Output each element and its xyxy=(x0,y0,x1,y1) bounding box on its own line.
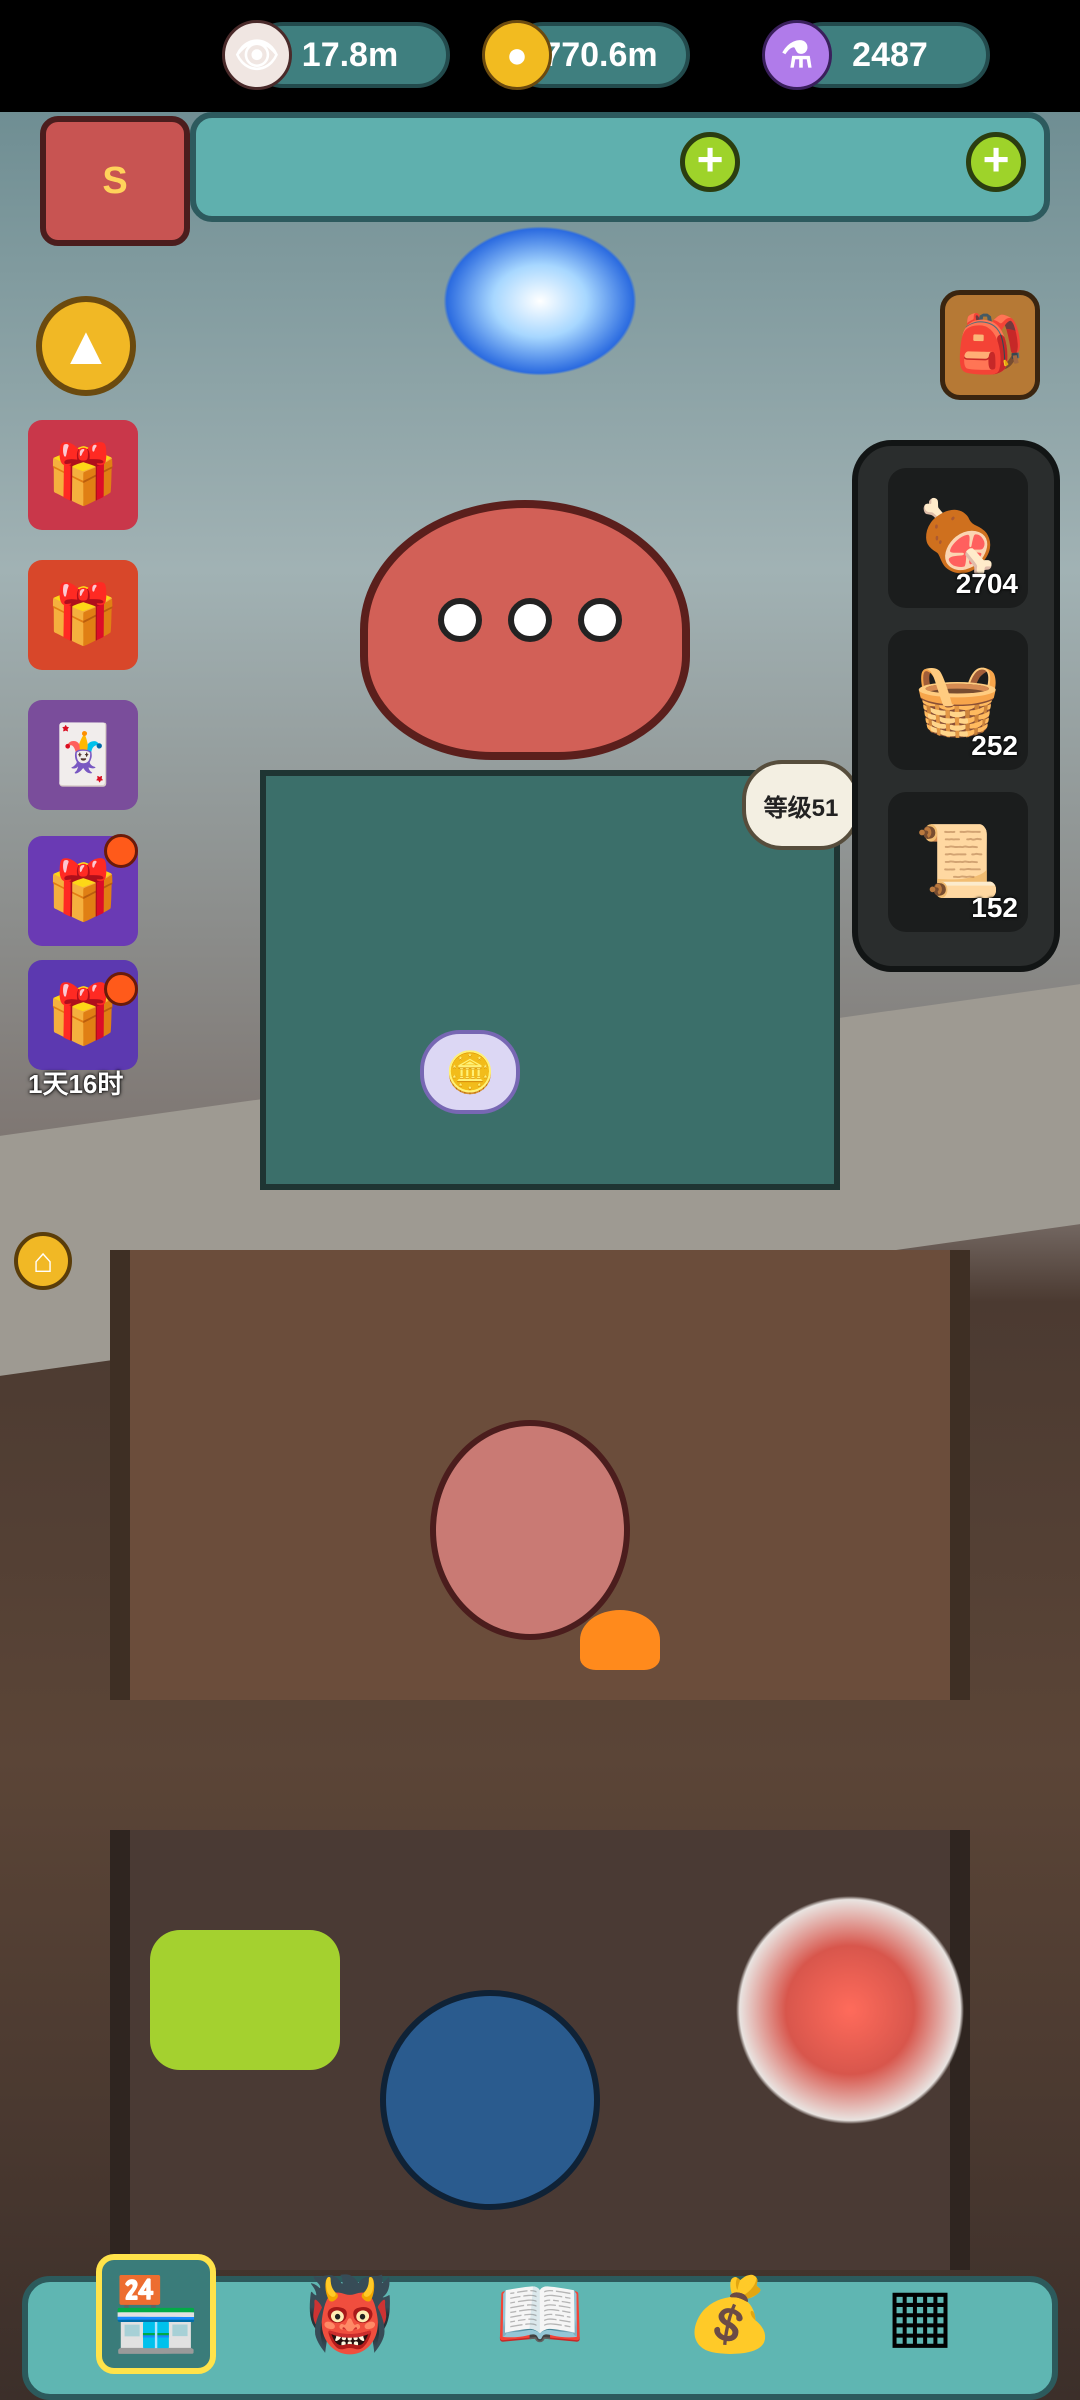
eyes-counter: 👁 17.8m xyxy=(222,20,450,90)
fire-icon xyxy=(580,1610,660,1670)
level-bubble[interactable]: 等级51 xyxy=(742,760,860,850)
nav-grid-menu[interactable]: ▦ xyxy=(860,2254,980,2374)
coins-counter: ● 770.6m xyxy=(482,20,690,90)
grid-menu-icon: ▦ xyxy=(885,2275,955,2355)
red-vortex-icon[interactable] xyxy=(720,1880,980,2140)
meat-icon: 🍖 xyxy=(914,498,1002,576)
monster-icon: 👹 xyxy=(305,2274,395,2355)
ingredients-crate-icon: 🧺 xyxy=(914,660,1002,738)
blue-portal-icon xyxy=(430,216,650,386)
inventory-slot-ingredients[interactable]: 🧺 252 xyxy=(888,630,1028,770)
backpack-icon[interactable]: 🎒 xyxy=(940,290,1040,400)
octopus-sign xyxy=(360,500,690,760)
gold-coin-icon: 🪙 xyxy=(445,1050,495,1095)
add-coins-button[interactable]: + xyxy=(680,132,740,192)
inventory-slot-recipe[interactable]: 📜 152 xyxy=(888,792,1028,932)
potion-value: 2487 xyxy=(852,35,928,74)
purple-potion-icon: ⚗ xyxy=(762,20,832,90)
restaurant-building-icon: 🏪 xyxy=(111,2274,201,2355)
coins-value: 770.6m xyxy=(542,35,658,74)
recipe-count: 152 xyxy=(971,892,1018,923)
potion-counter: ⚗ 2487 xyxy=(762,20,990,90)
octopus-chef[interactable] xyxy=(430,1420,630,1640)
level-label: 等级51 xyxy=(763,794,839,822)
inventory-slot-meat[interactable]: 🍖 2704 xyxy=(888,468,1028,608)
meat-count: 2704 xyxy=(955,568,1018,599)
gift-box-icon[interactable]: 🎁 xyxy=(28,420,138,530)
recipe-scroll-icon: 📜 xyxy=(914,822,1002,900)
nav-book[interactable]: 📖 xyxy=(480,2254,600,2374)
nav-money-bag[interactable]: 💰 xyxy=(670,2254,790,2374)
octopus-eye-icon xyxy=(578,598,622,642)
inventory-panel: 🍖 2704 🧺 252 📜 152 xyxy=(852,440,1060,972)
present-box-icon[interactable]: 🎁 xyxy=(28,560,138,670)
coin-bubble[interactable]: 🪙 xyxy=(420,1030,520,1114)
money-bag-icon: 💰 xyxy=(685,2274,775,2355)
home-icon[interactable]: ⌂ xyxy=(14,1232,72,1290)
slime-book[interactable] xyxy=(150,1930,340,2070)
gold-coin-icon: ● xyxy=(482,20,552,90)
gift-timer: 1天16时 xyxy=(28,1069,124,1099)
notification-dot xyxy=(104,972,138,1006)
cards-icon[interactable]: 🃏 xyxy=(28,700,138,810)
notification-dot xyxy=(104,834,138,868)
add-potion-button[interactable]: + xyxy=(966,132,1026,192)
nav-restaurant[interactable]: 🏪 xyxy=(96,2254,216,2374)
blue-monster[interactable] xyxy=(380,1990,600,2210)
rank-badge[interactable]: S xyxy=(40,116,190,246)
eyes-value: 17.8m xyxy=(301,35,399,74)
nav-monster[interactable]: 👹 xyxy=(290,2254,410,2374)
octopus-eye-icon xyxy=(508,598,552,642)
collapse-up-button[interactable]: ▲ xyxy=(36,296,136,396)
open-book-icon: 📖 xyxy=(495,2274,585,2355)
resource-bar xyxy=(190,112,1050,222)
rank-s-icon: S xyxy=(102,159,128,202)
ingredients-count: 252 xyxy=(971,730,1018,761)
octopus-eye-icon xyxy=(438,598,482,642)
eyeball-icon: 👁 xyxy=(222,20,292,90)
